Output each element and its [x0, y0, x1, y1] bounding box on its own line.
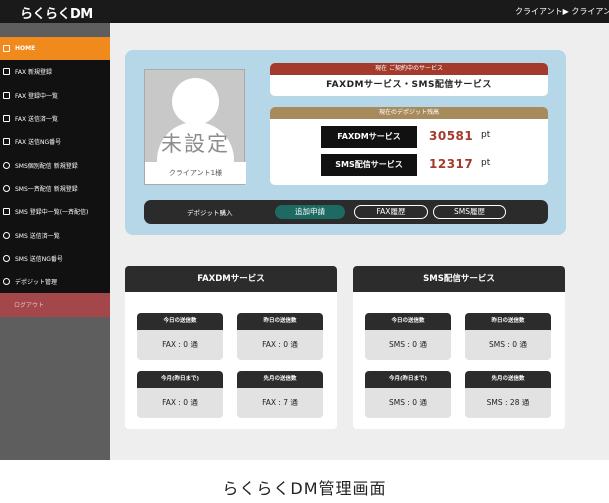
page: らくらくDM クライアント▶ クライアント HOME FAX 新規登録 FAX …: [0, 0, 609, 503]
main-content: 未設定 クライアント1様 現在 ご契約中のサービス FAXDMサービス・SMS配…: [110, 23, 609, 460]
sidebar-item-home[interactable]: HOME: [0, 37, 110, 61]
avatar-unset-mark: 未設定: [161, 132, 230, 156]
home-icon: [3, 45, 10, 53]
sidebar-item-fax-ng[interactable]: FAX 送信NG番号: [0, 130, 110, 154]
sms-icon: [3, 184, 10, 192]
sidebar-item-label: SMS 登録中一覧(一斉配信): [15, 209, 89, 217]
deposit-heading: 現在のデポジット残高: [270, 107, 548, 119]
stat-label: 昨日の送信数: [237, 313, 323, 330]
fax-icon: [3, 68, 10, 76]
stat-label: 今月(昨日まで): [365, 371, 451, 388]
sidebar-item-label: デポジット管理: [15, 279, 58, 287]
sidebar-item-label: HOME: [15, 45, 36, 53]
sms-history-button[interactable]: SMS履歴: [433, 205, 506, 219]
stat-this-month: 今月(昨日まで) SMS : 0 通: [365, 371, 451, 418]
sidebar: HOME FAX 新規登録 FAX 登録中一覧 FAX 送信済一覧 FAX 送信…: [0, 23, 110, 460]
stat-value: FAX : 7 通: [262, 398, 298, 407]
list-icon: [3, 208, 10, 216]
sidebar-item-sms-registered[interactable]: SMS 登録中一覧(一斉配信): [0, 200, 110, 224]
stat-value: SMS : 28 通: [486, 398, 530, 407]
stat-value: SMS : 0 通: [489, 340, 527, 349]
stat-label: 先月の送信数: [465, 371, 551, 388]
stat-value: SMS : 0 通: [389, 398, 427, 407]
deposit-value: 30581: [429, 129, 474, 143]
sms-icon: [3, 231, 10, 239]
contract-value: FAXDMサービス・SMS配信サービス: [326, 80, 492, 90]
sidebar-item-fax-new[interactable]: FAX 新規登録: [0, 60, 110, 84]
contract-box: 現在 ご契約中のサービス FAXDMサービス・SMS配信サービス: [270, 63, 548, 96]
stat-last-month: 先月の送信数 FAX : 7 通: [237, 371, 323, 418]
stat-value: FAX : 0 通: [262, 340, 298, 349]
sidebar-item-deposit[interactable]: デポジット管理: [0, 269, 110, 294]
app-logo[interactable]: らくらくDM: [20, 3, 93, 22]
deposit-unit: pt: [481, 130, 491, 140]
stat-label: 今日の送信数: [365, 313, 451, 330]
stat-value: FAX : 0 通: [162, 398, 198, 407]
top-bar: らくらくDM クライアント▶ クライアント: [0, 0, 609, 23]
sidebar-item-sms-sent[interactable]: SMS 送信済一覧: [0, 223, 110, 247]
list-icon: [3, 115, 10, 123]
coin-icon: [3, 278, 10, 286]
client-name: クライアント1様: [145, 162, 246, 184]
deposit-label: FAXDMサービス: [321, 126, 417, 148]
stat-yesterday: 昨日の送信数 SMS : 0 通: [465, 313, 551, 360]
stat-label: 今日の送信数: [137, 313, 223, 330]
deposit-action-bar: デポジット購入 追加申請 FAX履歴 SMS履歴: [144, 200, 548, 224]
stat-today: 今日の送信数 FAX : 0 通: [137, 313, 223, 360]
breadcrumb[interactable]: クライアント▶ クライアント: [515, 6, 609, 17]
sidebar-item-label: SMS個別配信 新規登録: [15, 162, 78, 170]
stat-last-month: 先月の送信数 SMS : 28 通: [465, 371, 551, 418]
sms-icon: [3, 254, 10, 262]
list-icon: [3, 91, 10, 99]
sidebar-item-label: FAX 新規登録: [15, 69, 53, 77]
sidebar-item-fax-sent[interactable]: FAX 送信済一覧: [0, 106, 110, 131]
sms-panel: SMS配信サービス 今日の送信数 SMS : 0 通 昨日の送信数 SMS : …: [353, 266, 565, 429]
add-request-button[interactable]: 追加申請: [275, 205, 345, 219]
sidebar-item-label: FAX 登録中一覧: [15, 92, 59, 100]
account-summary-card: 未設定 クライアント1様 現在 ご契約中のサービス FAXDMサービス・SMS配…: [125, 50, 566, 235]
sidebar-item-sms-bulk[interactable]: SMS一斉配信 新規登録: [0, 176, 110, 201]
deposit-box: 現在のデポジット残高 FAXDMサービス 30581 pt SMS配信サービス …: [270, 107, 548, 185]
sidebar-item-label: FAX 送信NG番号: [15, 139, 62, 147]
sidebar-nav: HOME FAX 新規登録 FAX 登録中一覧 FAX 送信済一覧 FAX 送信…: [0, 37, 110, 317]
stat-this-month: 今月(昨日まで) FAX : 0 通: [137, 371, 223, 418]
contract-heading: 現在 ご契約中のサービス: [270, 63, 548, 75]
sidebar-item-label: SMS 送信NG番号: [15, 255, 63, 263]
avatar: 未設定 クライアント1様: [144, 69, 246, 185]
sms-icon: [3, 161, 10, 169]
panel-title: FAXDMサービス: [125, 266, 337, 292]
panel-title: SMS配信サービス: [353, 266, 565, 292]
sidebar-item-label: SMS一斉配信 新規登録: [15, 185, 78, 193]
sidebar-item-logout[interactable]: ログアウト: [0, 293, 110, 317]
deposit-label: SMS配信サービス: [321, 154, 417, 176]
stat-label: 昨日の送信数: [465, 313, 551, 330]
sidebar-item-label: SMS 送信済一覧: [15, 232, 60, 240]
stat-value: SMS : 0 通: [389, 340, 427, 349]
stat-label: 今月(昨日まで): [137, 371, 223, 388]
deposit-unit: pt: [481, 158, 491, 168]
deposit-row-fax: FAXDMサービス 30581 pt: [321, 126, 521, 148]
avatar-head-icon: [172, 78, 219, 125]
sidebar-item-label: FAX 送信済一覧: [15, 116, 59, 124]
deposit-purchase-label: デポジット購入: [187, 209, 233, 217]
list-icon: [3, 138, 10, 146]
deposit-row-sms: SMS配信サービス 12317 pt: [321, 154, 521, 176]
deposit-value: 12317: [429, 157, 474, 171]
sidebar-item-sms-individual[interactable]: SMS個別配信 新規登録: [0, 153, 110, 177]
faxdm-panel: FAXDMサービス 今日の送信数 FAX : 0 通 昨日の送信数 FAX : …: [125, 266, 337, 429]
stat-label: 先月の送信数: [237, 371, 323, 388]
sidebar-item-sms-ng[interactable]: SMS 送信NG番号: [0, 246, 110, 270]
stat-yesterday: 昨日の送信数 FAX : 0 通: [237, 313, 323, 360]
page-caption: らくらくDM管理画面: [222, 479, 387, 498]
fax-history-button[interactable]: FAX履歴: [354, 205, 428, 219]
sidebar-item-label: ログアウト: [14, 302, 45, 310]
stat-value: FAX : 0 通: [162, 340, 198, 349]
sidebar-item-fax-registered[interactable]: FAX 登録中一覧: [0, 83, 110, 107]
stat-today: 今日の送信数 SMS : 0 通: [365, 313, 451, 360]
